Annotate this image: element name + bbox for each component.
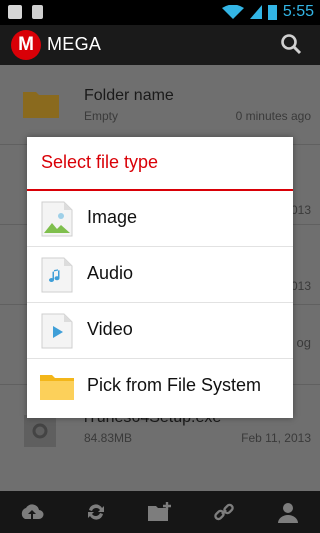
file-meta: 84.83MB bbox=[84, 431, 133, 445]
option-file-system[interactable]: Pick from File System bbox=[27, 359, 293, 415]
sync-icon bbox=[88, 504, 104, 520]
account-button[interactable] bbox=[274, 498, 302, 526]
wifi-icon bbox=[221, 5, 244, 19]
file-date: og bbox=[296, 335, 311, 350]
sync-button[interactable] bbox=[82, 498, 110, 526]
select-file-type-dialog: Select file type Image Audio Video Pick … bbox=[27, 137, 293, 418]
account-icon bbox=[278, 503, 298, 523]
image-notification-icon bbox=[8, 5, 22, 19]
dialog-title: Select file type bbox=[41, 152, 159, 172]
audio-icon bbox=[41, 257, 73, 293]
file-date: 0 minutes ago bbox=[235, 109, 311, 123]
status-time: 5:55 bbox=[282, 3, 314, 20]
bottom-bar bbox=[0, 491, 320, 533]
option-image[interactable]: Image bbox=[27, 191, 293, 247]
status-bar: 5:55 bbox=[0, 0, 320, 25]
action-bar: M MEGA bbox=[0, 25, 320, 65]
upload-icon bbox=[21, 504, 44, 519]
signal-icon bbox=[249, 5, 262, 19]
option-audio[interactable]: Audio bbox=[27, 247, 293, 303]
get-link-button[interactable] bbox=[210, 498, 238, 526]
new-folder-icon bbox=[148, 502, 171, 521]
file-date: Feb 11, 2013 bbox=[241, 431, 311, 445]
option-video[interactable]: Video bbox=[27, 303, 293, 359]
video-icon bbox=[41, 313, 73, 349]
app-title: MEGA bbox=[47, 34, 102, 54]
link-icon bbox=[214, 503, 234, 521]
folder-icon bbox=[40, 375, 74, 400]
option-label: Audio bbox=[87, 263, 134, 283]
upload-button[interactable] bbox=[18, 498, 46, 526]
option-label: Pick from File System bbox=[87, 375, 262, 395]
file-meta: Empty bbox=[84, 109, 119, 123]
image-icon bbox=[41, 201, 73, 237]
battery-icon bbox=[267, 4, 277, 20]
new-folder-button[interactable] bbox=[146, 498, 174, 526]
file-name: Folder name bbox=[84, 87, 174, 104]
folder-icon bbox=[23, 92, 59, 118]
list-item[interactable]: Folder name Empty 0 minutes ago bbox=[0, 65, 320, 145]
mega-logo: M bbox=[11, 30, 41, 60]
option-label: Video bbox=[87, 319, 133, 339]
option-label: Image bbox=[87, 207, 138, 227]
settings-icon bbox=[24, 415, 56, 447]
download-notification-icon bbox=[32, 5, 43, 19]
search-icon[interactable] bbox=[280, 33, 302, 55]
